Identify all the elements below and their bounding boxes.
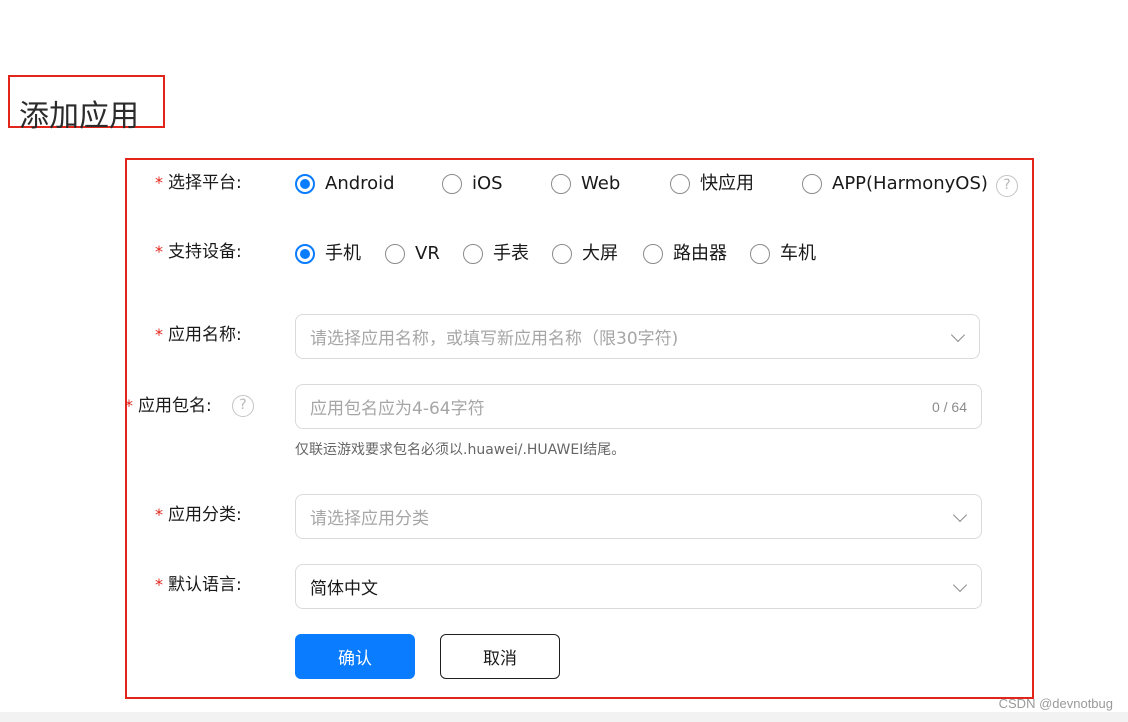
required-mark: * (155, 325, 163, 344)
app-name-label: * 应用名称: (155, 325, 242, 345)
chevron-down-icon (952, 577, 968, 592)
radio-unchecked-icon (552, 244, 572, 264)
platform-label: * 选择平台: (155, 173, 242, 193)
device-radio-car[interactable]: 车机 (750, 242, 816, 266)
chevron-down-icon (952, 507, 968, 522)
package-name-hint: 仅联运游戏要求包名必须以.huawei/.HUAWEI结尾。 (295, 442, 626, 458)
package-name-placeholder: 应用包名应为4-64字符 (310, 399, 485, 419)
language-value: 简体中文 (310, 579, 378, 599)
radio-unchecked-icon (802, 174, 822, 194)
required-mark: * (155, 575, 163, 594)
radio-unchecked-icon (643, 244, 663, 264)
bottom-strip (0, 712, 1128, 722)
platform-help-icon[interactable]: ? (996, 175, 1018, 197)
platform-radio-web[interactable]: Web (551, 172, 620, 196)
confirm-button[interactable]: 确认 (295, 634, 415, 679)
platform-radio-ios[interactable]: iOS (442, 172, 503, 196)
required-mark: * (155, 242, 163, 261)
radio-unchecked-icon (670, 174, 690, 194)
device-radio-watch[interactable]: 手表 (463, 242, 529, 266)
required-mark: * (155, 173, 163, 192)
language-select[interactable]: 简体中文 (295, 564, 982, 609)
app-name-placeholder: 请选择应用名称，或填写新应用名称（限30字符) (310, 329, 679, 349)
category-select[interactable]: 请选择应用分类 (295, 494, 982, 539)
radio-unchecked-icon (463, 244, 483, 264)
cancel-button[interactable]: 取消 (440, 634, 560, 679)
package-name-input[interactable]: 应用包名应为4-64字符 0 / 64 (295, 384, 982, 429)
radio-unchecked-icon (750, 244, 770, 264)
category-placeholder: 请选择应用分类 (310, 509, 429, 529)
radio-checked-icon (295, 244, 315, 264)
language-label: * 默认语言: (155, 575, 242, 595)
watermark: CSDN @devnotbug (998, 696, 1113, 711)
platform-radio-quickapp[interactable]: 快应用 (670, 172, 754, 196)
required-mark: * (155, 505, 163, 524)
page-title: 添加应用 (19, 99, 139, 134)
radio-unchecked-icon (442, 174, 462, 194)
radio-unchecked-icon (551, 174, 571, 194)
package-help-icon[interactable]: ? (232, 395, 254, 417)
device-radio-router[interactable]: 路由器 (643, 242, 727, 266)
platform-radio-harmonyos[interactable]: APP(HarmonyOS) (802, 172, 988, 196)
chevron-down-icon (950, 327, 966, 342)
package-name-label: * 应用包名: (125, 396, 212, 416)
required-mark: * (125, 396, 133, 415)
platform-radio-android[interactable]: Android (295, 172, 395, 196)
radio-checked-icon (295, 174, 315, 194)
radio-unchecked-icon (385, 244, 405, 264)
category-label: * 应用分类: (155, 505, 242, 525)
char-counter: 0 / 64 (931, 398, 967, 415)
app-name-select[interactable]: 请选择应用名称，或填写新应用名称（限30字符) (295, 314, 980, 359)
device-radio-phone[interactable]: 手机 (295, 242, 361, 266)
device-label: * 支持设备: (155, 242, 242, 262)
device-radio-tv[interactable]: 大屏 (552, 242, 618, 266)
device-radio-vr[interactable]: VR (385, 242, 440, 266)
